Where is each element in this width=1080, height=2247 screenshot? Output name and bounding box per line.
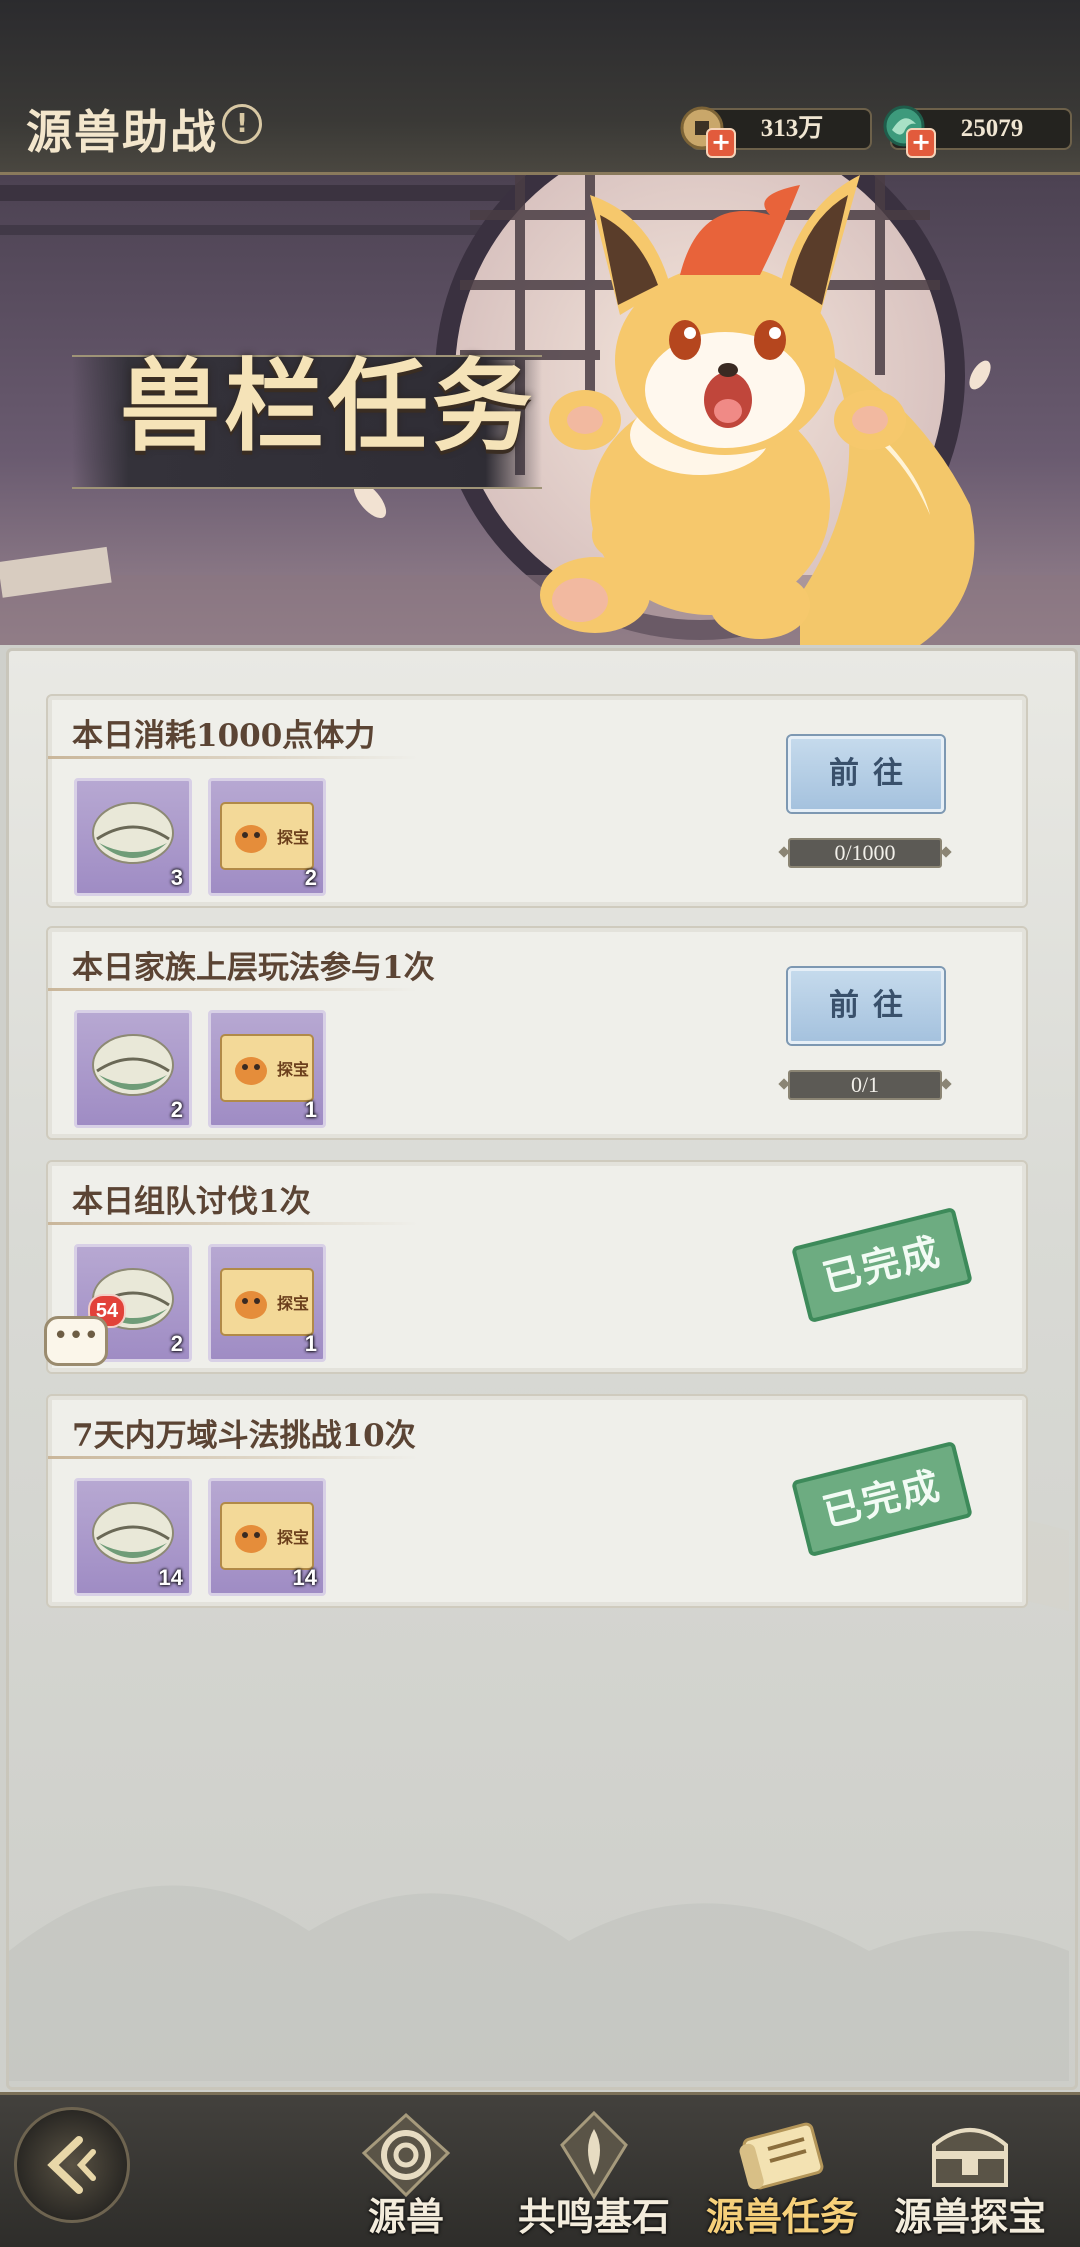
nav-tab-treasure[interactable]: 源兽探宝 <box>876 2105 1064 2243</box>
reward-count: 3 <box>170 865 183 890</box>
currency-jade-value: 25079 <box>960 115 1024 142</box>
fox-spirit-mascot <box>540 175 975 645</box>
task-title: 7天内万域斗法挑战10次 <box>72 1418 416 1454</box>
reward-item-ticket[interactable]: 探宝 1 <box>208 1010 326 1128</box>
reward-count: 14 <box>158 1565 183 1590</box>
back-button[interactable] <box>14 2107 130 2223</box>
ticket-text: 探宝 <box>277 1294 309 1313</box>
completed-stamp: 已完成 <box>791 1440 973 1558</box>
banner-title: 兽栏任务 <box>120 347 536 465</box>
task-progress: 0/1000 <box>788 838 942 868</box>
task-title: 本日组队讨伐1次 <box>72 1184 311 1220</box>
top-bar: 源兽助战 ! 313万 + 25079 + <box>0 0 1080 175</box>
nav-tab-yuanshou[interactable]: 源兽 <box>312 2105 500 2243</box>
reward-item-ticket[interactable]: 探宝 2 <box>208 778 326 896</box>
nav-tab-label: 源兽任务 <box>705 2194 858 2239</box>
nav-tab-label: 源兽 <box>367 2194 444 2239</box>
reward-item-shell[interactable]: 2 <box>74 1010 192 1128</box>
page-title: 源兽助战 <box>26 105 218 159</box>
back-arrow-icon <box>47 2136 96 2194</box>
add-jade-button[interactable]: + <box>906 128 936 158</box>
reward-item-shell[interactable]: 3 <box>74 778 192 896</box>
task-card: 本日消耗1000点体力 3 探宝 2 前往 0/1000 <box>46 694 1028 908</box>
add-copper-button[interactable]: + <box>706 128 736 158</box>
task-progress: 0/1 <box>788 1070 942 1100</box>
task-card: 本日家族上层玩法参与1次 2 探宝 1 前往 0/1 <box>46 926 1028 1140</box>
go-button[interactable]: 前往 <box>788 736 944 812</box>
title-divider <box>48 1222 418 1225</box>
ticket-text: 探宝 <box>277 828 309 847</box>
bottom-nav: 源兽 共鸣基石 源兽任务 源兽探宝 <box>0 2092 1080 2247</box>
reward-item-ticket[interactable]: 探宝 1 <box>208 1244 326 1362</box>
task-title: 本日家族上层玩法参与1次 <box>72 950 435 986</box>
chat-bubble-icon[interactable]: ••• <box>44 1316 108 1366</box>
task-title: 本日消耗1000点体力 <box>72 718 376 754</box>
ticket-text: 探宝 <box>277 1060 309 1079</box>
task-card: 7天内万域斗法挑战10次 14 探宝 14 已完成 <box>46 1394 1028 1608</box>
go-button[interactable]: 前往 <box>788 968 944 1044</box>
reward-count: 2 <box>170 1331 183 1356</box>
nav-tab-label: 源兽探宝 <box>893 2194 1046 2239</box>
title-divider <box>48 988 418 991</box>
nav-tab-tasks[interactable]: 源兽任务 <box>688 2105 876 2243</box>
reward-count: 14 <box>292 1565 317 1590</box>
reward-item-ticket[interactable]: 探宝 14 <box>208 1478 326 1596</box>
reward-count: 2 <box>304 865 317 890</box>
banner: 兽栏任务 <box>0 175 1080 645</box>
currency-copper-value: 313万 <box>760 115 824 142</box>
nav-tab-label: 共鸣基石 <box>517 2194 670 2239</box>
reward-count: 2 <box>170 1097 183 1122</box>
title-divider <box>48 1456 418 1459</box>
ticket-text: 探宝 <box>277 1528 309 1547</box>
completed-stamp: 已完成 <box>791 1206 973 1324</box>
reward-count: 1 <box>304 1097 317 1122</box>
reward-count: 1 <box>304 1331 317 1356</box>
reward-item-shell[interactable]: 14 <box>74 1478 192 1596</box>
nav-tab-resonance[interactable]: 共鸣基石 <box>500 2105 688 2243</box>
task-card: 本日组队讨伐1次 2 探宝 1 已完成 <box>46 1160 1028 1374</box>
info-icon[interactable]: ! <box>222 104 262 144</box>
title-divider <box>48 756 418 759</box>
